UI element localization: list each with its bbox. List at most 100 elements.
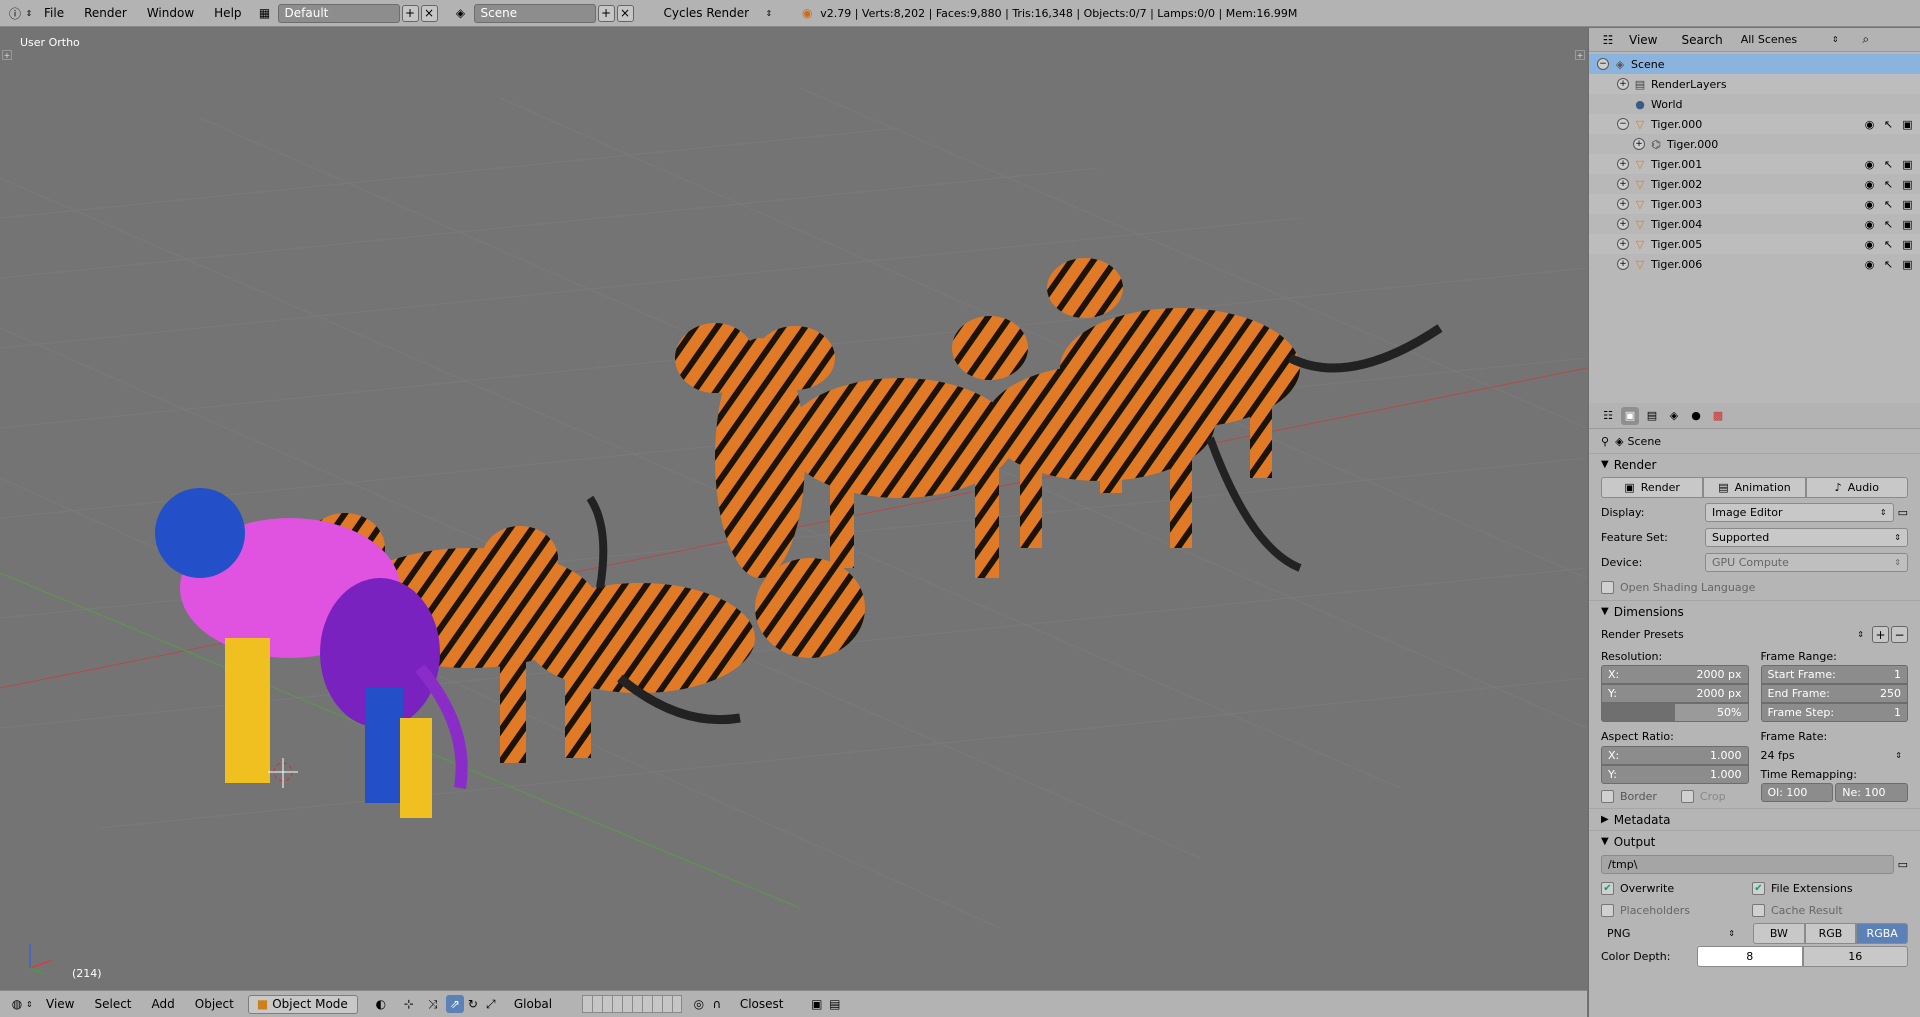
render-panel-header[interactable]: ▼ Render	[1589, 453, 1920, 475]
renderlayers-tab-icon[interactable]: ▤	[1643, 407, 1661, 425]
snap-element-select[interactable]: Closest	[732, 995, 800, 1014]
properties-editor-icon[interactable]: ☷	[1599, 407, 1617, 425]
outliner-item-tiger-004[interactable]: + ▽ Tiger.004 ◉ ↖ ▣	[1589, 214, 1920, 234]
properties-toggle-icon[interactable]: +	[1575, 50, 1585, 60]
window-icon[interactable]: ▭	[1898, 506, 1908, 519]
format-select[interactable]: PNG ⇕	[1601, 924, 1741, 943]
pin-icon[interactable]: ⚲	[1601, 435, 1609, 448]
featureset-select[interactable]: Supported ⇕	[1705, 528, 1908, 547]
animation-button[interactable]: ▤ Animation	[1703, 477, 1806, 498]
outliner-item-renderlayers[interactable]: + ▤ RenderLayers	[1589, 74, 1920, 94]
eye-icon[interactable]: ◉	[1863, 218, 1876, 231]
res-percent-slider[interactable]: 50%	[1601, 703, 1749, 722]
scale-icon[interactable]: ⤢	[482, 995, 500, 1013]
expand-icon[interactable]: +	[1617, 238, 1629, 250]
color-depth-8[interactable]: 8	[1697, 945, 1803, 967]
menu-add[interactable]: Add	[152, 997, 175, 1011]
outliner-item-tiger-006[interactable]: + ▽ Tiger.006 ◉ ↖ ▣	[1589, 254, 1920, 274]
remap-old-field[interactable]: Ol: 100	[1760, 783, 1834, 802]
eye-icon[interactable]: ◉	[1863, 238, 1876, 251]
menu-window[interactable]: Window	[147, 6, 194, 20]
border-checkbox[interactable]	[1601, 789, 1614, 803]
remove-preset-icon[interactable]: −	[1891, 626, 1908, 643]
add-preset-icon[interactable]: +	[1872, 626, 1889, 643]
audio-button[interactable]: ♪ Audio	[1805, 477, 1908, 498]
expand-icon[interactable]: +	[1617, 78, 1629, 90]
eye-icon[interactable]: ◉	[1863, 158, 1876, 171]
cursor-icon[interactable]: ↖	[1882, 258, 1895, 271]
osl-checkbox[interactable]	[1601, 581, 1614, 594]
frame-step-field[interactable]: Frame Step: 1	[1760, 703, 1908, 722]
folder-icon[interactable]: ▭	[1898, 858, 1908, 871]
translate-icon[interactable]: ⇗	[445, 995, 464, 1013]
outliner-display-mode[interactable]: All Scenes ⇕	[1735, 30, 1845, 49]
expand-icon[interactable]: +	[1617, 258, 1629, 270]
expand-icon[interactable]: +	[1617, 198, 1629, 210]
eye-icon[interactable]: ◉	[1863, 258, 1876, 271]
cursor-icon[interactable]: ↖	[1882, 178, 1895, 191]
tiger-000-uv[interactable]	[155, 488, 468, 818]
render-engine-select[interactable]: Cycles Render	[664, 6, 764, 20]
rotate-icon[interactable]: ↻	[464, 995, 482, 1013]
3d-viewport[interactable]: User Ortho (214) + +	[0, 28, 1587, 990]
camera-icon[interactable]: ▣	[1901, 178, 1914, 191]
framerate-select[interactable]: 24 fps ⇕	[1761, 746, 1909, 765]
menu-select[interactable]: Select	[94, 997, 131, 1011]
cursor-icon[interactable]: ↖	[1882, 218, 1895, 231]
add-icon[interactable]: +	[401, 4, 419, 22]
outliner-item-tiger-003[interactable]: + ▽ Tiger.003 ◉ ↖ ▣	[1589, 194, 1920, 214]
outliner-menu-view[interactable]: View	[1629, 33, 1657, 47]
render-animation-icon[interactable]: ▤	[826, 995, 844, 1013]
remap-new-field[interactable]: Ne: 100	[1835, 783, 1908, 802]
close-icon[interactable]: ×	[616, 4, 634, 22]
dimensions-panel-header[interactable]: ▼ Dimensions	[1589, 600, 1920, 622]
crop-checkbox[interactable]	[1680, 789, 1694, 803]
menu-file[interactable]: File	[44, 6, 64, 20]
cursor-icon[interactable]: ↖	[1882, 238, 1895, 251]
device-select[interactable]: GPU Compute ⇕	[1705, 553, 1908, 572]
camera-icon[interactable]: ▣	[1901, 158, 1914, 171]
expand-icon[interactable]: +	[1617, 178, 1629, 190]
render-still-icon[interactable]: ▣	[808, 995, 826, 1013]
3d-cursor[interactable]	[268, 758, 298, 788]
layers-grid[interactable]	[581, 995, 682, 1013]
proportional-edit-icon[interactable]: ◎	[690, 995, 708, 1013]
placeholders-checkbox[interactable]	[1601, 903, 1614, 917]
outliner-item-scene[interactable]: − ◈ Scene	[1589, 54, 1920, 74]
camera-icon[interactable]: ▣	[1901, 118, 1914, 131]
layout-grid-icon[interactable]: ▦	[256, 4, 274, 22]
menu-render[interactable]: Render	[84, 6, 127, 20]
scene-icon[interactable]: ◈	[452, 4, 470, 22]
outliner-item-tiger-001[interactable]: + ▽ Tiger.001 ◉ ↖ ▣	[1589, 154, 1920, 174]
color-mode-bw[interactable]: BW	[1753, 923, 1805, 944]
cursor-icon[interactable]: ↖	[1882, 118, 1895, 131]
close-icon[interactable]: ×	[420, 4, 438, 22]
orientation-select[interactable]: Global	[506, 995, 578, 1014]
mode-select[interactable]: ■ Object Mode	[247, 994, 358, 1014]
output-path-field[interactable]: /tmp\	[1601, 855, 1894, 874]
cursor-icon[interactable]: ↖	[1882, 158, 1895, 171]
aspect-x-field[interactable]: X: 1.000	[1601, 746, 1749, 765]
viewport-shading-icon[interactable]: ◐	[372, 995, 390, 1013]
expand-icon[interactable]: +	[1617, 218, 1629, 230]
camera-icon[interactable]: ▣	[1901, 198, 1914, 211]
render-tab-icon[interactable]: ▣	[1621, 406, 1639, 425]
start-frame-field[interactable]: Start Frame: 1	[1760, 665, 1908, 684]
output-panel-header[interactable]: ▼ Output	[1589, 830, 1920, 852]
end-frame-field[interactable]: End Frame: 250	[1760, 684, 1908, 703]
cache-checkbox[interactable]	[1752, 903, 1765, 917]
outliner-menu-search[interactable]: Search	[1681, 33, 1722, 47]
color-mode-rgba[interactable]: RGBA	[1856, 923, 1909, 944]
scene-tab-icon[interactable]: ◈	[1665, 407, 1683, 425]
outliner-item-tiger-005[interactable]: + ▽ Tiger.005 ◉ ↖ ▣	[1589, 234, 1920, 254]
display-select[interactable]: Image Editor ⇕	[1705, 503, 1894, 522]
scene-field[interactable]: Scene	[473, 3, 596, 23]
info-editor-icon[interactable]: ⓘ	[6, 4, 24, 22]
texture-tab-icon[interactable]: ▩	[1709, 407, 1727, 425]
outliner-item-tiger-000[interactable]: − ▽ Tiger.000 ◉ ↖ ▣	[1589, 114, 1920, 134]
menu-help[interactable]: Help	[214, 6, 241, 20]
file-ext-checkbox[interactable]: ✔	[1752, 881, 1765, 895]
aspect-y-field[interactable]: Y: 1.000	[1601, 765, 1749, 784]
outliner-item-world[interactable]: ● World	[1589, 94, 1920, 114]
pivot-point-icon[interactable]: ⊹	[400, 995, 418, 1013]
